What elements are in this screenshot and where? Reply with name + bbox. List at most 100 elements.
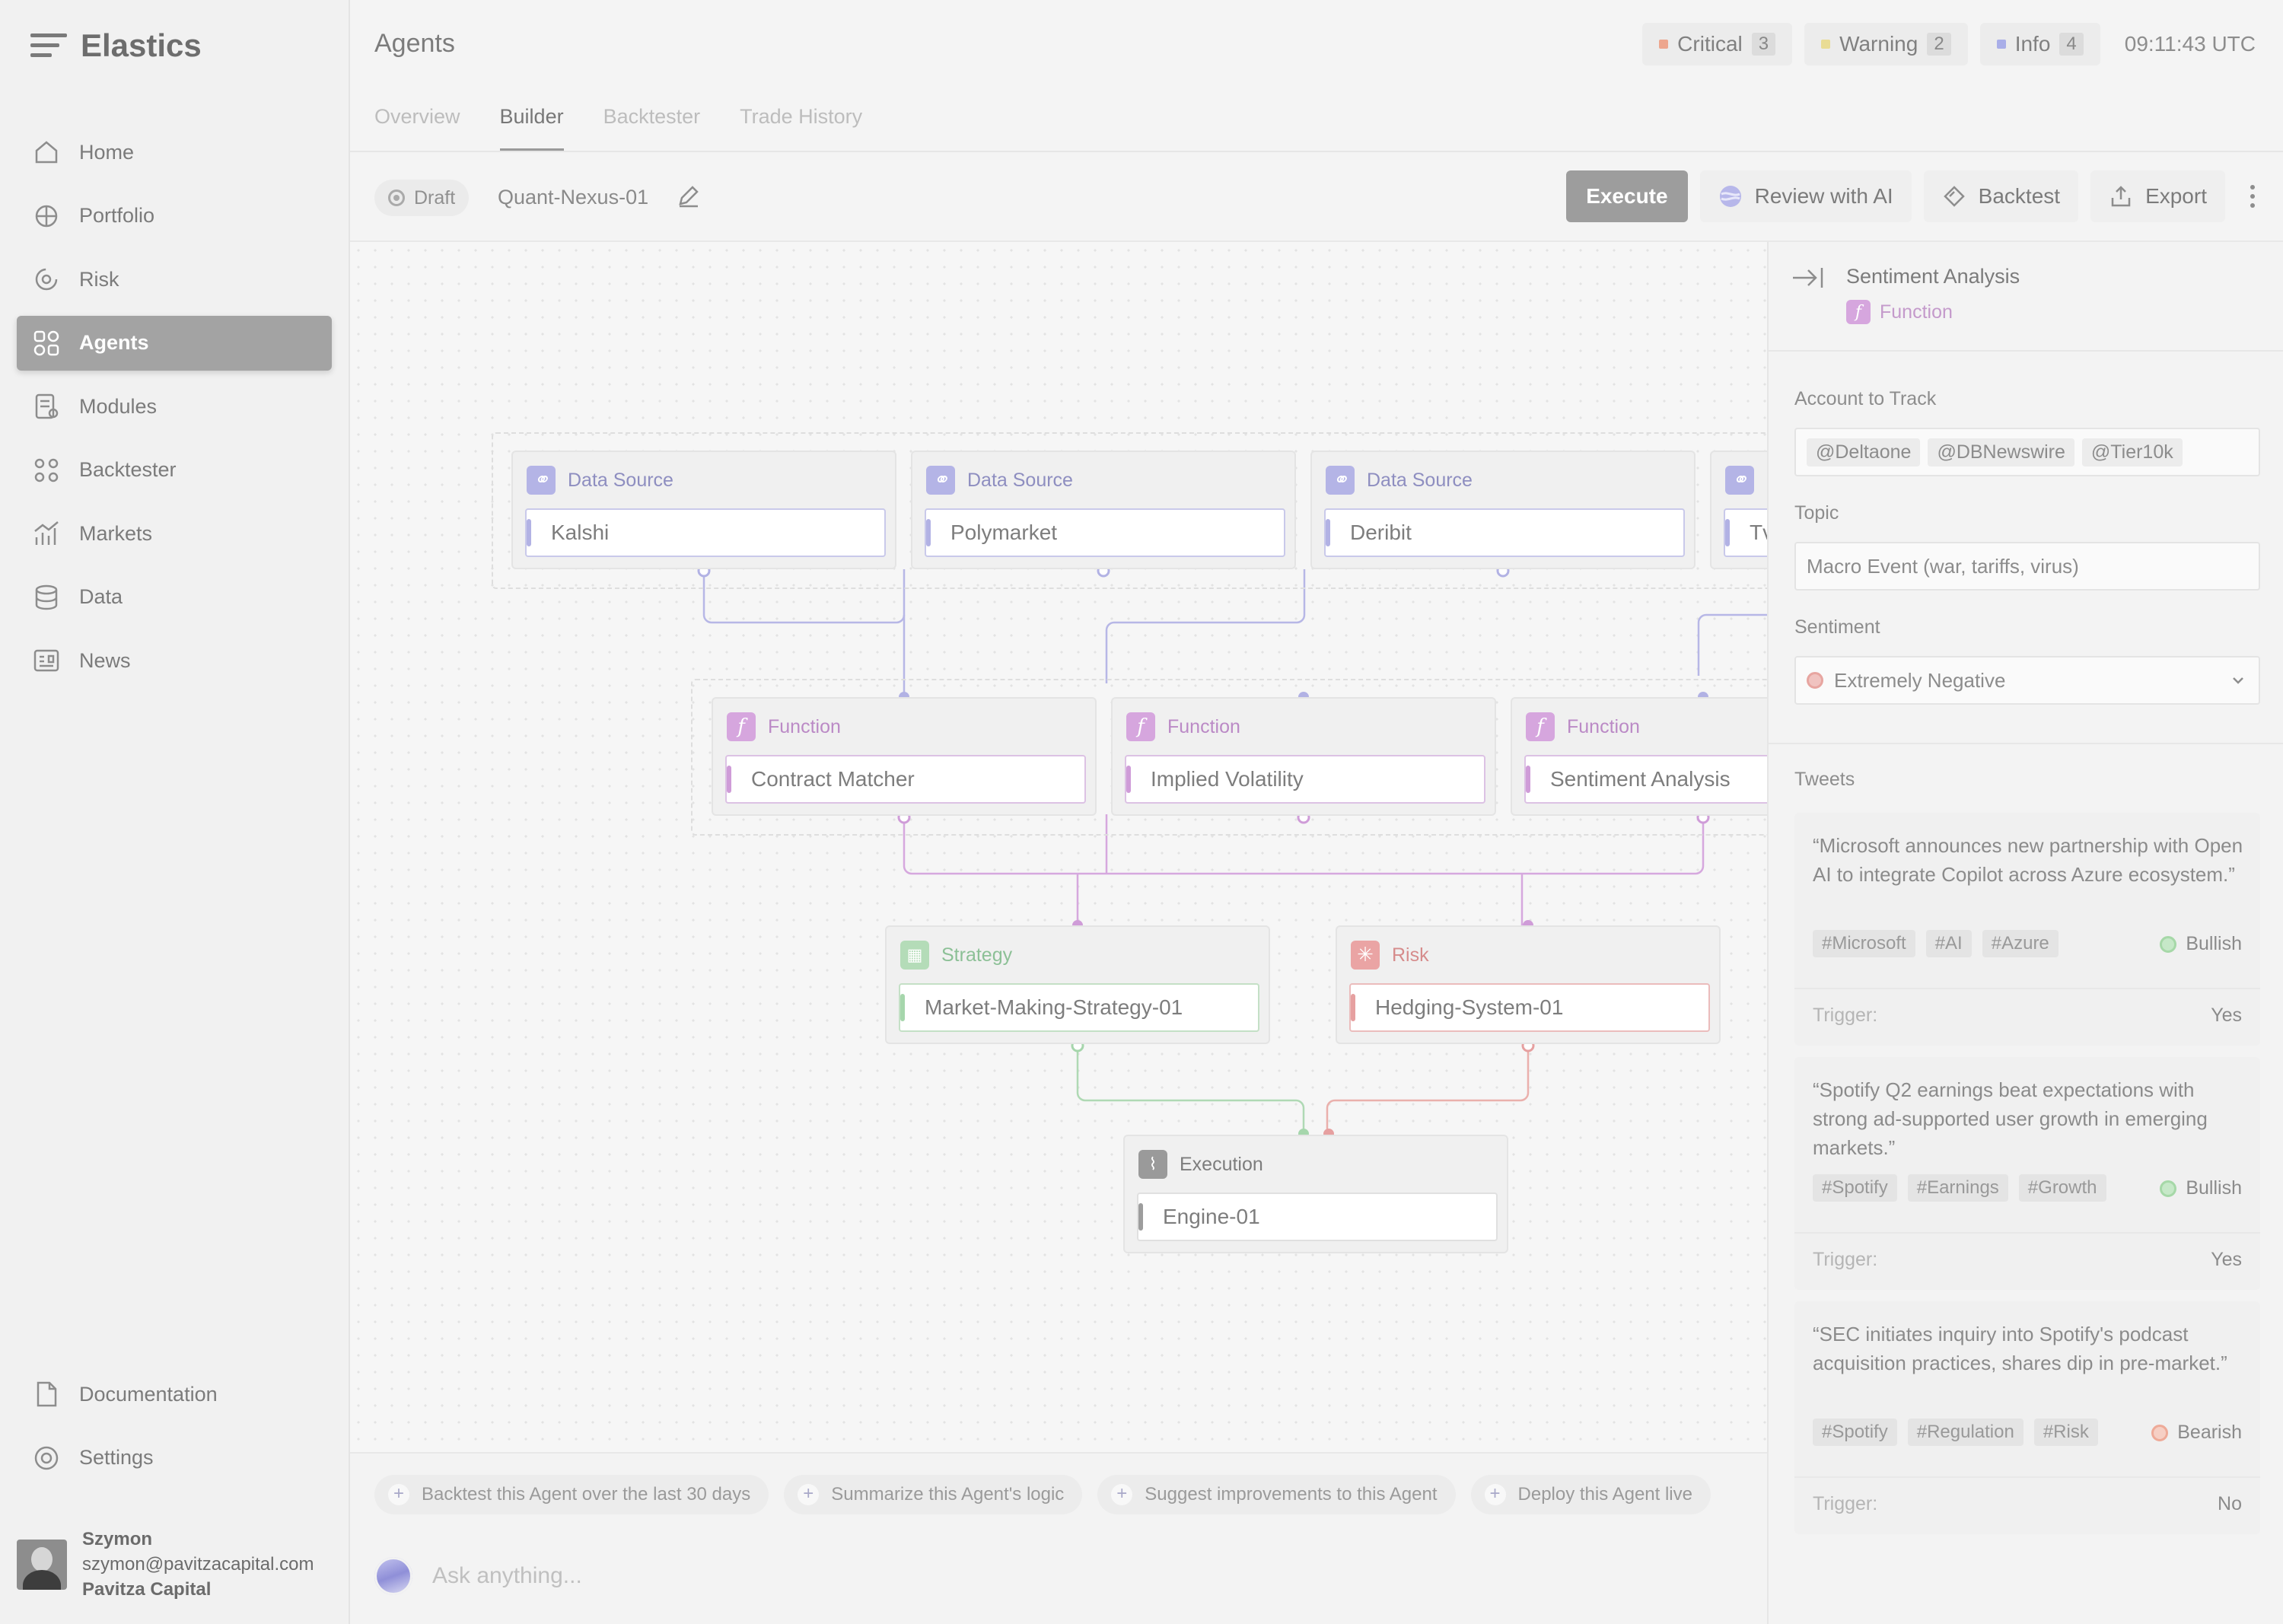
asterisk-icon: ✳	[1351, 941, 1380, 970]
account-tag[interactable]: @Deltaone	[1807, 438, 1921, 467]
node-data-source-partial[interactable]: ⚭ Tv	[1710, 451, 1767, 569]
node-value[interactable]: Market-Making-Strategy-01	[899, 983, 1259, 1032]
alert-warning[interactable]: Warning 2	[1804, 23, 1968, 65]
agent-name: Quant-Nexus-01	[498, 186, 649, 209]
review-label: Review with AI	[1754, 184, 1893, 208]
node-value[interactable]: Kalshi	[525, 508, 886, 557]
node-value[interactable]: Hedging-System-01	[1349, 983, 1710, 1032]
function-icon: f	[727, 712, 756, 741]
suggestion-chips: + Backtest this Agent over the last 30 da…	[374, 1475, 1711, 1514]
node-function-sentiment-analysis[interactable]: f Function Sentiment Analysis	[1511, 697, 1767, 816]
sidebar-item-data[interactable]: Data	[17, 570, 332, 625]
sidebar-item-label: Portfolio	[79, 204, 155, 227]
sidebar-item-markets[interactable]: Markets	[17, 506, 332, 561]
execution-icon: ⌇	[1138, 1150, 1167, 1179]
account-tag[interactable]: @DBNewswire	[1928, 438, 2074, 467]
node-type: Risk	[1392, 944, 1429, 966]
node-function-implied-volatility[interactable]: f Function Implied Volatility	[1111, 697, 1496, 816]
tab-backtester[interactable]: Backtester	[603, 99, 701, 151]
alert-label: Critical	[1677, 32, 1743, 56]
sidebar-item-modules[interactable]: Modules	[17, 379, 332, 434]
sidebar-item-portfolio[interactable]: Portfolio	[17, 189, 332, 244]
node-value[interactable]: Contract Matcher	[725, 755, 1086, 804]
account-tags-input[interactable]: @Deltaone @DBNewswire @Tier10k	[1794, 428, 2260, 476]
node-risk[interactable]: ✳ Risk Hedging-System-01	[1336, 925, 1721, 1044]
sidebar-nav: Home Portfolio Risk Agents Modules Backt…	[17, 125, 332, 697]
suggestion-label: Backtest this Agent over the last 30 day…	[422, 1484, 751, 1505]
review-with-ai-button[interactable]: Review with AI	[1699, 170, 1912, 222]
suggestion-chip[interactable]: + Backtest this Agent over the last 30 da…	[374, 1475, 769, 1514]
sidebar-item-risk[interactable]: Risk	[17, 252, 332, 307]
status-label: Draft	[414, 186, 456, 209]
link-icon: ⚭	[1725, 466, 1754, 495]
node-value[interactable]: Deribit	[1324, 508, 1685, 557]
tweet-text: “Spotify Q2 earnings beat expectations w…	[1813, 1078, 2208, 1159]
sidebar-item-backtester[interactable]: Backtester	[17, 443, 332, 498]
assistant-bar: + Backtest this Agent over the last 30 da…	[350, 1452, 1767, 1624]
node-type: Data Source	[1367, 469, 1473, 491]
export-button[interactable]: Export	[2090, 170, 2225, 222]
sidebar-item-news[interactable]: News	[17, 633, 332, 688]
hashtag: #Spotify	[1813, 1174, 1897, 1202]
user-profile[interactable]: Szymon szymon@pavitzacapital.com Pavitza…	[17, 1527, 314, 1602]
agents-icon	[33, 330, 59, 355]
backtest-button[interactable]: Backtest	[1923, 170, 2079, 222]
tweet-card[interactable]: “SEC initiates inquiry into Spotify's po…	[1794, 1301, 2260, 1534]
link-icon: ⚭	[527, 466, 556, 495]
ask-input[interactable]: Ask anything...	[374, 1557, 582, 1595]
more-options-icon[interactable]	[2237, 184, 2268, 209]
pencil-icon[interactable]	[676, 183, 702, 209]
hashtag: #Microsoft	[1813, 930, 1915, 957]
tab-overview[interactable]: Overview	[374, 99, 460, 151]
node-value[interactable]: Implied Volatility	[1125, 755, 1485, 804]
hashtag: #Growth	[2018, 1174, 2106, 1202]
suggestion-chip[interactable]: + Summarize this Agent's logic	[784, 1475, 1083, 1514]
builder-canvas[interactable]: ⚭ Data Source Kalshi ⚭ Data Source Polymar…	[350, 242, 1767, 1452]
divider	[1794, 1232, 2260, 1234]
suggestion-chip[interactable]: + Suggest improvements to this Agent	[1097, 1475, 1456, 1514]
tweet-card[interactable]: “Microsoft announces new partnership wit…	[1794, 813, 2260, 1046]
ai-orb-icon	[1719, 186, 1741, 207]
sentiment-select[interactable]: Extremely Negative	[1794, 656, 2260, 705]
node-function-contract-matcher[interactable]: f Function Contract Matcher	[712, 697, 1097, 816]
sidebar-item-label: Modules	[79, 394, 158, 418]
plus-icon: +	[388, 1484, 409, 1505]
node-data-source-polymarket[interactable]: ⚭ Data Source Polymarket	[911, 451, 1296, 569]
tweet-card[interactable]: “Spotify Q2 earnings beat expectations w…	[1794, 1057, 2260, 1290]
backtest-label: Backtest	[1978, 184, 2061, 208]
node-value[interactable]: Tv	[1724, 508, 1767, 557]
risk-icon	[35, 268, 58, 291]
tab-builder[interactable]: Builder	[499, 99, 564, 151]
menu-icon[interactable]	[30, 32, 67, 59]
suggestion-chip[interactable]: + Deploy this Agent live	[1470, 1475, 1711, 1514]
node-data-source-kalshi[interactable]: ⚭ Data Source Kalshi	[511, 451, 896, 569]
sidebar-bottom-nav: Documentation Settings	[17, 1367, 332, 1494]
tab-trade-history[interactable]: Trade History	[740, 99, 862, 151]
logo[interactable]: Elastics	[30, 23, 202, 68]
node-value[interactable]: Sentiment Analysis	[1524, 755, 1767, 804]
news-icon	[33, 649, 59, 672]
node-execution[interactable]: ⌇ Execution Engine-01	[1123, 1135, 1508, 1253]
alert-critical[interactable]: Critical 3	[1642, 23, 1793, 65]
alert-info[interactable]: Info 4	[1979, 23, 2100, 65]
sidebar-item-agents[interactable]: Agents	[17, 315, 332, 371]
collapse-panel-icon[interactable]	[1791, 265, 1825, 291]
node-data-source-deribit[interactable]: ⚭ Data Source Deribit	[1310, 451, 1696, 569]
export-label: Export	[2145, 184, 2207, 208]
link-icon: ⚭	[926, 466, 955, 495]
sidebar-item-label: News	[79, 648, 131, 672]
tweet-sentiment: Bearish	[2177, 1422, 2242, 1443]
tweet-sentiment: Bullish	[2186, 1177, 2242, 1199]
sidebar-item-documentation[interactable]: Documentation	[17, 1367, 332, 1422]
trigger-value: No	[2218, 1493, 2242, 1514]
sidebar-item-settings[interactable]: Settings	[17, 1431, 332, 1485]
node-value[interactable]: Polymarket	[925, 508, 1285, 557]
node-strategy[interactable]: ▦ Strategy Market-Making-Strategy-01	[885, 925, 1270, 1044]
node-value[interactable]: Engine-01	[1137, 1193, 1498, 1241]
hashtag: #AI	[1925, 930, 1972, 957]
tweet-text: “SEC initiates inquiry into Spotify's po…	[1813, 1323, 2227, 1374]
sidebar-item-home[interactable]: Home	[17, 125, 332, 180]
execute-button[interactable]: Execute	[1566, 170, 1688, 222]
account-tag[interactable]: @Tier10k	[2081, 438, 2183, 467]
topic-field[interactable]: Macro Event (war, tariffs, virus)	[1794, 542, 2260, 591]
